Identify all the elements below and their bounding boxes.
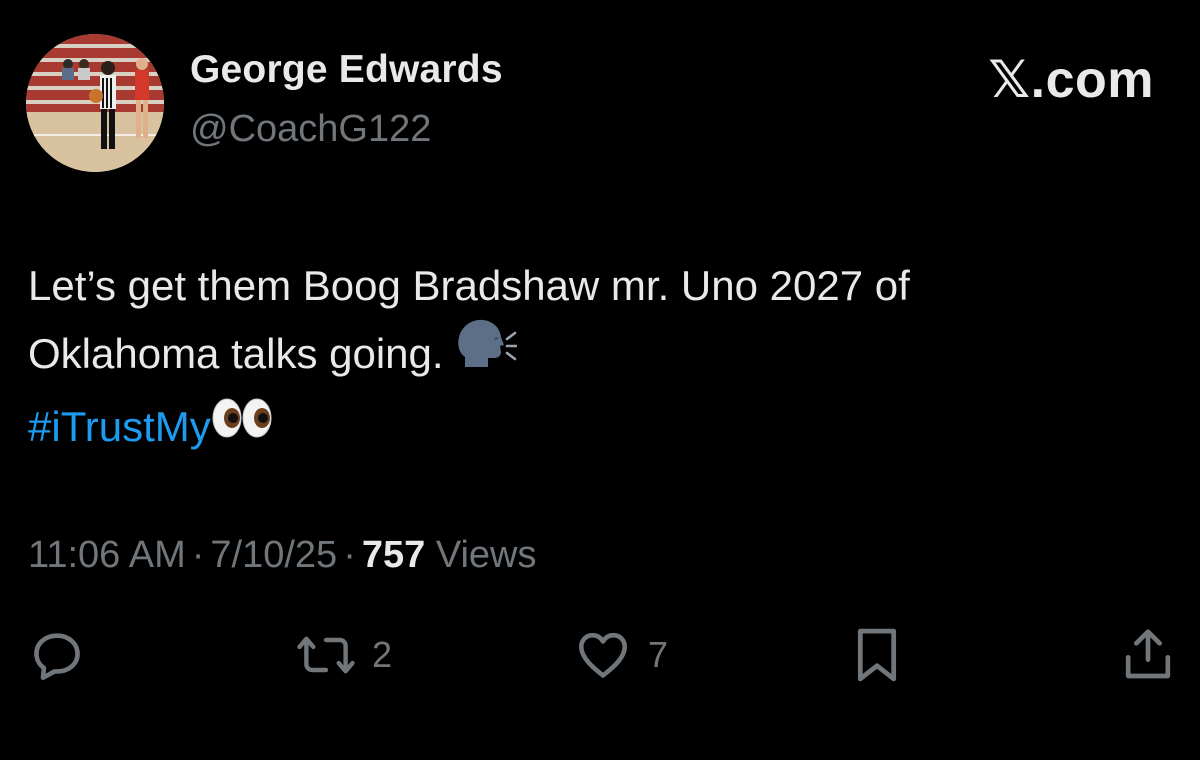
like-button[interactable]: 7	[574, 620, 668, 690]
author-name[interactable]: George Edwards	[190, 48, 503, 92]
tweet-meta: 11:06 AM · 7/10/25 · 757 Views	[28, 534, 537, 577]
tweet-card: George Edwards @CoachG122 𝕏.com Let’s ge…	[0, 0, 1200, 760]
meta-separator: ·	[343, 534, 356, 576]
views-label: Views	[435, 534, 537, 576]
x-logo-wordmark: 𝕏.com	[988, 51, 1154, 109]
author-handle[interactable]: @CoachG122	[190, 108, 431, 151]
avatar-photo	[26, 34, 164, 172]
tweet-text-line-2: Oklahoma talks going.	[28, 330, 444, 377]
heart-icon	[574, 626, 632, 684]
retweet-button[interactable]: 2	[296, 620, 392, 690]
tweet-text: Let’s get them Boog Bradshaw mr. Uno 202…	[28, 252, 1158, 464]
bookmark-button[interactable]	[848, 620, 906, 690]
retweet-icon	[296, 626, 356, 684]
bookmark-icon	[848, 624, 906, 686]
tweet-actions: 2 7	[0, 620, 1200, 700]
tweet-text-line-1: Let’s get them Boog Bradshaw mr. Uno 202…	[28, 262, 910, 309]
tweet-time[interactable]: 11:06 AM	[28, 534, 186, 576]
meta-separator: ·	[191, 534, 205, 576]
avatar[interactable]	[26, 34, 164, 172]
reply-button[interactable]	[28, 620, 86, 690]
share-button[interactable]	[1120, 620, 1176, 690]
like-count: 7	[648, 634, 669, 675]
views-count: 757	[361, 534, 426, 576]
tweet-text-line-3: #iTrustMy	[28, 393, 1158, 464]
eyes-emoji	[211, 392, 273, 460]
tweet-date[interactable]: 7/10/25	[210, 534, 337, 576]
reply-icon	[28, 626, 86, 684]
share-icon	[1120, 624, 1176, 686]
retweet-count: 2	[372, 634, 393, 675]
tweet-text-line-2-wrapper: Oklahoma talks going.	[28, 317, 1158, 393]
hashtag-link[interactable]: #iTrustMy	[28, 403, 211, 450]
speaking-head-emoji	[455, 317, 518, 389]
